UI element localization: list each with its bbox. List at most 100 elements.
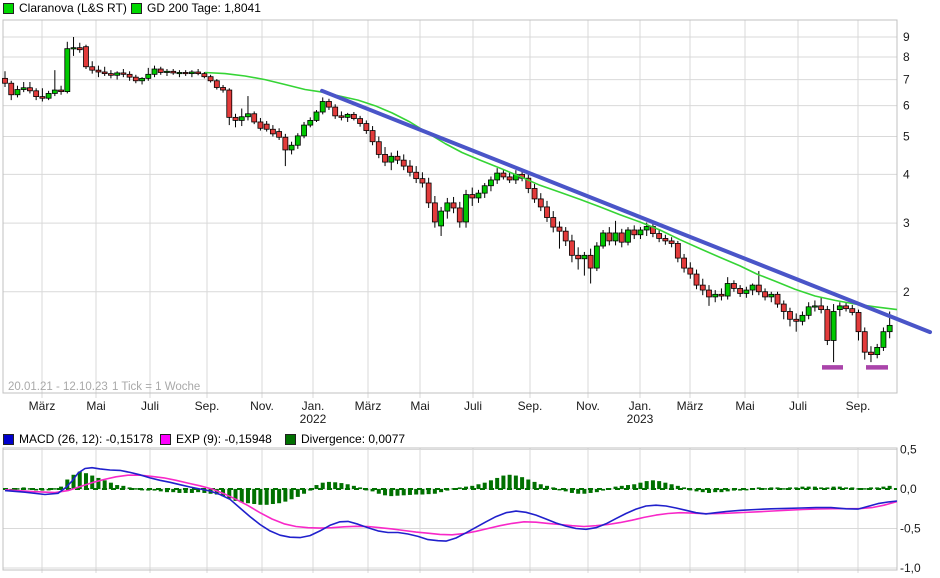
candle-body [862, 332, 867, 352]
candle-body [868, 352, 873, 354]
candle-body [189, 72, 194, 74]
candle-body [34, 91, 39, 97]
candle-body [289, 145, 294, 150]
month-tick-label: Sep. [195, 399, 220, 413]
candle-body [108, 74, 113, 76]
candle-body [426, 183, 431, 203]
candle-body [713, 294, 718, 297]
candle-body [202, 74, 207, 77]
divergence-bar [495, 478, 499, 489]
candle-body [806, 307, 811, 316]
candle-body [601, 233, 606, 246]
candle-body [9, 83, 14, 95]
divergence-bar [701, 489, 705, 492]
candle-body [221, 87, 226, 90]
candle-body [551, 218, 556, 228]
month-tick-label: Mai [735, 399, 754, 413]
candle-body [40, 97, 45, 99]
candle-body [121, 73, 126, 74]
candle-body [395, 156, 400, 160]
divergence-bar [458, 487, 462, 489]
candle-body [451, 203, 456, 208]
candle-body [3, 78, 8, 83]
candle-body [239, 117, 244, 121]
candle-body [295, 136, 300, 145]
chart-window: Claranova (L&S RT) GD 200 Tage: 1,8041 M… [0, 0, 940, 578]
divergence-bar [501, 476, 505, 489]
candle-body [302, 125, 307, 136]
candle-body [127, 74, 132, 77]
candle-body [607, 233, 612, 241]
price-axis-tick-label: 4 [903, 167, 910, 181]
candle-body [439, 211, 444, 226]
candle-body [77, 48, 82, 50]
candle-body [756, 285, 761, 292]
price-panel: 98765432MärzMaiJuliSep.Nov.Jan.2022MärzM… [3, 20, 931, 426]
candle-body [470, 195, 475, 198]
candle-body [208, 77, 213, 81]
divergence-bar [271, 489, 275, 504]
candle-body [657, 234, 662, 239]
candle-body [563, 231, 568, 241]
candle-body [856, 312, 861, 331]
candle-body [227, 90, 232, 117]
divergence-bar [657, 481, 661, 489]
macd-line [5, 468, 897, 541]
candle-body [694, 274, 699, 285]
macd-axis-tick-label: 0,5 [900, 443, 917, 457]
candle-body [582, 255, 587, 258]
candle-body [731, 283, 736, 288]
divergence-bar [638, 483, 642, 489]
candle-body [800, 315, 805, 321]
candle-body [140, 78, 145, 80]
candle-body [320, 101, 325, 112]
divergence-bar [645, 481, 649, 489]
divergence-bar [327, 482, 331, 489]
tick-interval-note: 1 Tick = 1 Woche [112, 381, 200, 393]
divergence-bar [620, 486, 624, 489]
downtrend-line[interactable] [322, 91, 930, 332]
price-axis-tick-label: 2 [903, 285, 910, 299]
candle-body [831, 311, 836, 340]
divergence-bar [277, 489, 281, 503]
candle-body [538, 199, 543, 207]
candle-body [700, 285, 705, 290]
candle-body [557, 227, 562, 231]
candle-body [750, 285, 755, 290]
candle-body [389, 156, 394, 162]
price-axis-tick-label: 7 [903, 73, 910, 87]
divergence-bar [489, 480, 493, 489]
divergence-bar [782, 488, 786, 489]
candle-body [507, 177, 512, 180]
price-axis-tick-label: 6 [903, 99, 910, 113]
candle-body [339, 116, 344, 118]
candle-body [725, 283, 730, 296]
candle-body [812, 306, 817, 307]
divergence-bar [258, 489, 262, 505]
candle-body [177, 72, 182, 73]
candle-body [214, 81, 219, 88]
candle-body [115, 73, 120, 75]
candle-body [464, 195, 469, 222]
candle-body [638, 230, 643, 235]
divergence-bar [246, 489, 250, 503]
gd200-line [205, 73, 897, 310]
year-tick-label: 2023 [627, 412, 654, 426]
candle-body [345, 114, 350, 117]
candle-body [15, 90, 20, 95]
candle-body [744, 290, 749, 293]
candle-body [283, 137, 288, 150]
candle-body [233, 117, 238, 120]
divergence-bar [290, 489, 294, 499]
candle-body [545, 207, 550, 218]
period-range-note: 20.01.21 - 12.10.23 [8, 381, 108, 393]
divergence-bar [84, 473, 88, 489]
candle-body [613, 233, 618, 241]
candle-body [476, 193, 481, 198]
divergence-bar [719, 489, 723, 492]
macd-axis-tick-label: -0,5 [900, 522, 921, 536]
divergence-bar [103, 480, 107, 489]
month-tick-label: März [29, 399, 56, 413]
month-tick-label: Sep. [518, 399, 543, 413]
candle-body [787, 311, 792, 319]
